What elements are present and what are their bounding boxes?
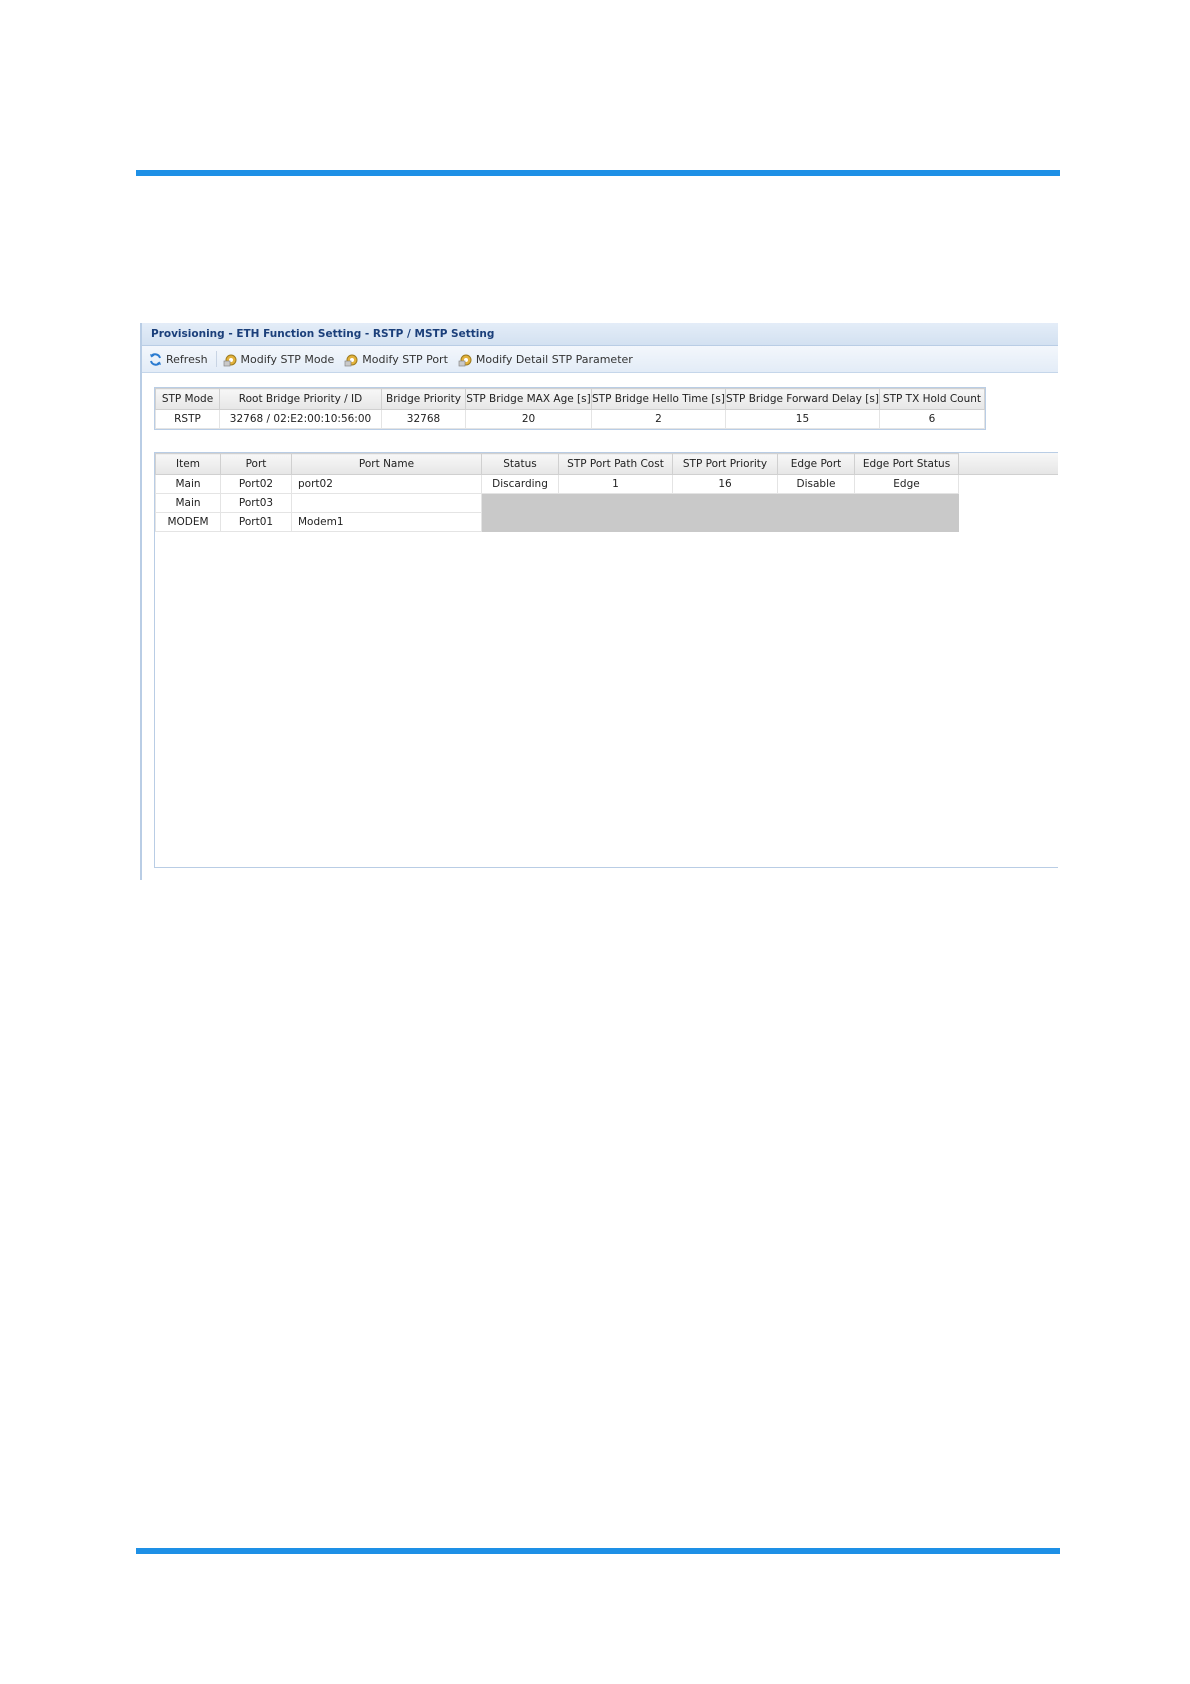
table-cell — [672, 493, 778, 513]
top-rule — [136, 170, 1060, 176]
modify-stp-mode-label: Modify STP Mode — [240, 352, 335, 366]
modify-stp-port-button[interactable]: Modify STP Port — [344, 352, 448, 367]
modify-detail-stp-parameter-button[interactable]: Modify Detail STP Parameter — [458, 352, 633, 367]
table-cell: Port03 — [220, 493, 292, 513]
table-row[interactable]: RSTP 32768 / 02:E2:00:10:56:00 32768 20 … — [155, 409, 985, 429]
refresh-button[interactable]: Refresh — [148, 352, 208, 367]
modify-detail-stp-parameter-label: Modify Detail STP Parameter — [475, 352, 633, 366]
bridge-table-header: STP Mode Root Bridge Priority / ID Bridg… — [155, 388, 985, 410]
gear-icon — [344, 352, 359, 367]
modify-stp-mode-button[interactable]: Modify STP Mode — [223, 352, 335, 367]
table-cell — [854, 493, 959, 513]
table-cell — [777, 512, 855, 532]
column-header[interactable]: STP Bridge Forward Delay [s] — [724, 388, 880, 410]
column-header[interactable]: STP Bridge Hello Time [s] — [591, 388, 726, 410]
gear-icon — [458, 352, 473, 367]
table-cell: Disable — [777, 474, 855, 494]
table-cell: 1 — [558, 474, 673, 494]
table-cell: MODEM — [155, 512, 221, 532]
bottom-rule — [136, 1548, 1060, 1554]
table-cell: Edge — [854, 474, 959, 494]
table-cell: Main — [155, 474, 221, 494]
table-cell — [481, 493, 559, 513]
table-cell — [558, 512, 673, 532]
table-cell: port02 — [291, 474, 482, 494]
column-header[interactable]: Edge Port Status — [854, 453, 959, 475]
table-cell: 15 — [724, 409, 880, 429]
refresh-label: Refresh — [166, 352, 208, 366]
header-filler — [958, 453, 1058, 475]
table-cell: Modem1 — [291, 512, 482, 532]
rstp-mstp-setting-panel: Provisioning - ETH Function Setting - RS… — [140, 323, 1058, 880]
table-cell: Discarding — [481, 474, 559, 494]
bridge-settings-table: STP Mode Root Bridge Priority / ID Bridg… — [154, 387, 986, 430]
column-header[interactable]: STP Bridge MAX Age [s] — [465, 388, 592, 410]
table-cell — [672, 512, 778, 532]
column-header[interactable]: STP Mode — [155, 388, 220, 410]
table-row[interactable]: Main Port03 — [155, 493, 959, 513]
table-cell: 16 — [672, 474, 778, 494]
column-header[interactable]: Edge Port — [777, 453, 855, 475]
column-header[interactable]: Port — [220, 453, 292, 475]
toolbar-separator — [215, 351, 217, 367]
table-cell — [854, 512, 959, 532]
table-cell: 32768 — [381, 409, 466, 429]
column-header[interactable]: Status — [481, 453, 559, 475]
column-header[interactable]: Root Bridge Priority / ID — [219, 388, 382, 410]
table-cell: 20 — [465, 409, 592, 429]
column-header[interactable]: STP Port Priority — [672, 453, 778, 475]
table-row[interactable]: Main Port02 port02 Discarding 1 16 Disab… — [155, 474, 959, 494]
column-header[interactable]: STP TX Hold Count — [878, 388, 985, 410]
column-header[interactable]: Port Name — [291, 453, 482, 475]
port-table-header: Item Port Port Name Status STP Port Path… — [155, 453, 959, 475]
toolbar: Refresh Modify STP Mode Modify STP Port … — [142, 346, 1058, 373]
gear-icon — [223, 352, 238, 367]
table-cell — [481, 512, 559, 532]
modify-stp-port-label: Modify STP Port — [362, 352, 448, 366]
port-settings-table: Item Port Port Name Status STP Port Path… — [154, 452, 1058, 868]
table-cell: Main — [155, 493, 221, 513]
table-cell — [777, 493, 855, 513]
table-cell: 2 — [591, 409, 726, 429]
table-cell: 32768 / 02:E2:00:10:56:00 — [219, 409, 382, 429]
column-header[interactable]: STP Port Path Cost — [558, 453, 673, 475]
panel-title: Provisioning - ETH Function Setting - RS… — [142, 323, 1058, 346]
table-cell — [558, 493, 673, 513]
table-cell: 6 — [878, 409, 985, 429]
table-row[interactable]: MODEM Port01 Modem1 — [155, 512, 959, 532]
table-cell: Port01 — [220, 512, 292, 532]
column-header[interactable]: Bridge Priority — [381, 388, 466, 410]
table-cell — [291, 493, 482, 513]
table-cell: Port02 — [220, 474, 292, 494]
table-cell: RSTP — [155, 409, 220, 429]
refresh-icon — [148, 352, 163, 367]
column-header[interactable]: Item — [155, 453, 221, 475]
